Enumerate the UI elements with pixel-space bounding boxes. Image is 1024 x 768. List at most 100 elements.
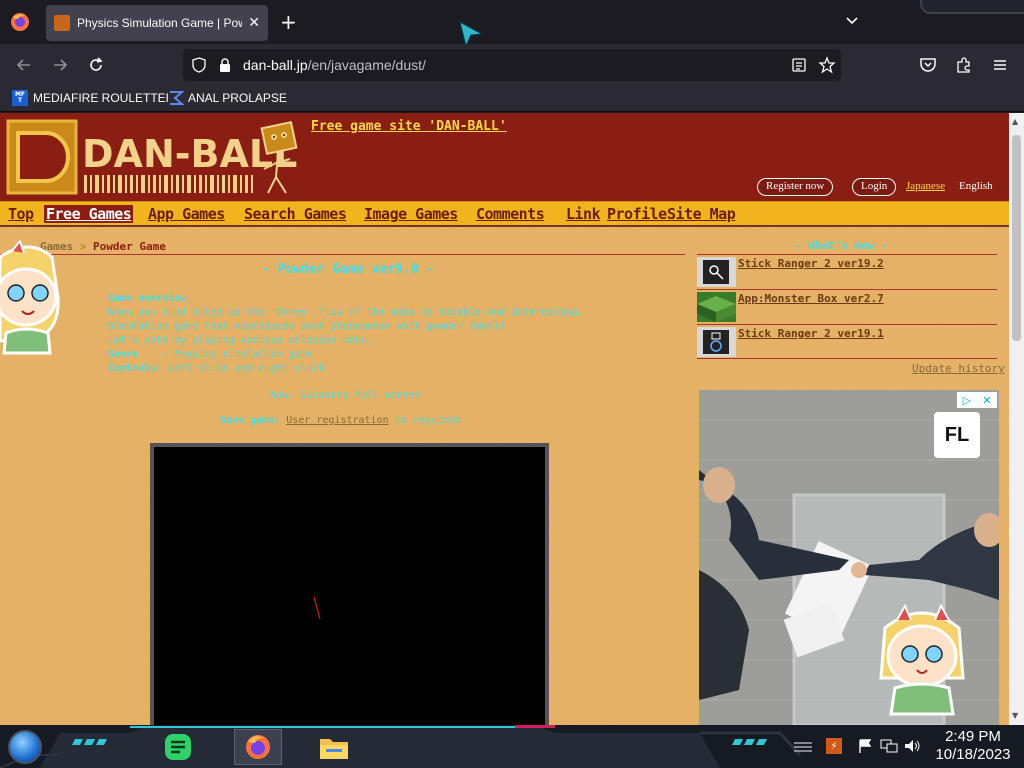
bookmark-star-icon[interactable]: [818, 56, 836, 74]
stick-ranger-icon: [697, 327, 736, 357]
hamburger-menu-icon[interactable]: [988, 53, 1012, 77]
user-registration-link[interactable]: User registration: [286, 415, 388, 426]
menu-app-games[interactable]: App Games: [148, 205, 225, 223]
game-canvas-content: [313, 596, 321, 620]
volume-icon[interactable]: [903, 738, 921, 754]
language-japanese-link[interactable]: Japanese: [906, 180, 945, 192]
forward-arrow-icon[interactable]: [48, 53, 72, 77]
web-page: DAN-BALL Free game site 'DAN-BALL' Regis…: [0, 113, 1009, 725]
controls-label: Controls: [108, 363, 157, 374]
clock-time: 2:49 PM: [945, 728, 1001, 745]
overview-heading: Game overview: [108, 293, 187, 304]
firefox-menu-icon[interactable]: [8, 10, 32, 34]
fullscreen-note: Now: Supports full screen: [270, 390, 421, 401]
whats-new-title: - What's new -: [795, 239, 888, 252]
main-menu: Top Free Games App Games Search Games Im…: [0, 201, 1009, 227]
powder-game-canvas[interactable]: [150, 443, 549, 725]
overview-line: Let's vote by playing various unleaded m…: [108, 335, 373, 346]
start-button[interactable]: [8, 730, 42, 764]
firefox-icon: [246, 735, 270, 759]
language-english-label: English: [959, 180, 993, 192]
pocket-icon[interactable]: [916, 53, 940, 77]
shield-icon[interactable]: [191, 57, 207, 73]
flag-icon[interactable]: [857, 738, 873, 754]
reload-icon[interactable]: [84, 53, 108, 77]
register-button[interactable]: Register now: [757, 178, 834, 196]
bookmark-label: ANAL PROLAPSE: [188, 91, 287, 105]
clock-date: 10/18/2023: [935, 746, 1011, 763]
menu-profile[interactable]: Profile: [607, 205, 667, 223]
tray-app-icon[interactable]: ⚡: [826, 738, 842, 754]
news-item[interactable]: App:Monster Box ver2.7: [697, 289, 997, 322]
save-game-label: Save game:: [220, 415, 281, 426]
dan-ball-logo[interactable]: DAN-BALL: [6, 119, 306, 199]
overview-line: Simulation game that reproduces such phe…: [108, 321, 506, 332]
page-scrollbar[interactable]: ▲ ▼: [1009, 113, 1024, 725]
navigation-toolbar: dan-ball.jp/en/javagame/dust/: [0, 44, 1024, 86]
ad-choices[interactable]: ▷ ✕: [957, 392, 997, 408]
news-link[interactable]: Stick Ranger 2 ver19.2: [738, 257, 884, 270]
tab-close-button[interactable]: ✕: [248, 15, 260, 31]
cartoon-character-sticker: [879, 603, 965, 716]
bookmark-anal-prolapse[interactable]: ANAL PROLAPSE: [168, 90, 287, 106]
genre-value: : Physics simulation game: [162, 349, 313, 360]
tab-title: Physics Simulation Game | Pow: [77, 16, 243, 30]
menu-comments[interactable]: Comments: [476, 205, 545, 223]
url-bar[interactable]: dan-ball.jp/en/javagame/dust/: [183, 49, 841, 81]
lock-icon[interactable]: [217, 57, 233, 73]
site-header: DAN-BALL Free game site 'DAN-BALL' Regis…: [0, 113, 1009, 201]
reader-view-icon[interactable]: [791, 57, 807, 73]
url-path: /en/javagame/dust/: [307, 57, 426, 73]
advertisement[interactable]: ▷ ✕ FL: [699, 390, 999, 725]
file-explorer-icon[interactable]: [318, 731, 350, 763]
bookmark-label: MEDIAFIRE ROULETTER: [33, 91, 175, 105]
back-arrow-icon[interactable]: [12, 53, 36, 77]
news-link[interactable]: Stick Ranger 2 ver19.1: [738, 327, 884, 340]
bookmark-mediafire-rouletter[interactable]: MF T MEDIAFIRE ROULETTER: [12, 90, 174, 106]
chevron-down-icon[interactable]: [844, 12, 860, 32]
update-history-link[interactable]: Update history: [912, 362, 1005, 375]
menu-site-map[interactable]: Site Map: [667, 205, 736, 223]
breadcrumb-separator: >: [79, 240, 87, 253]
ad-close-icon[interactable]: ✕: [982, 394, 991, 407]
monster-box-icon: [697, 292, 736, 322]
ad-brand-logo[interactable]: FL: [934, 412, 980, 458]
news-item[interactable]: Stick Ranger 2 ver19.2: [697, 254, 997, 287]
new-tab-button[interactable]: +: [280, 11, 297, 33]
menu-top[interactable]: Top: [8, 205, 34, 223]
overview-line: When you'rind piled up the 'Games' flow …: [108, 307, 584, 318]
login-button[interactable]: Login: [852, 178, 897, 196]
tab-active[interactable]: Physics Simulation Game | Pow ✕: [46, 5, 268, 41]
divider: [697, 358, 997, 359]
mediafire-icon: MF T: [12, 90, 28, 106]
scrollbar-thumb[interactable]: [1012, 135, 1021, 341]
system-clock[interactable]: 2:49 PM 10/18/2023: [928, 728, 1018, 764]
scroll-down-icon[interactable]: ▼: [1012, 711, 1018, 720]
scroll-up-icon[interactable]: ▲: [1012, 117, 1018, 126]
network-icon[interactable]: [880, 738, 898, 754]
game-overview: Game overview When you'rind piled up the…: [108, 292, 584, 376]
adchoices-icon[interactable]: ▷: [963, 394, 971, 407]
genre-label: Genre: [108, 349, 139, 360]
menu-free-games[interactable]: Free Games: [44, 205, 134, 223]
window-decoration: [920, 0, 1024, 14]
game-title: - Powder Game ver9.0 -: [262, 262, 435, 277]
breadcrumb-current: Powder Game: [93, 240, 166, 253]
menu-link[interactable]: Link: [566, 205, 601, 223]
sigma-icon: [168, 90, 184, 106]
news-link[interactable]: App:Monster Box ver2.7: [738, 292, 884, 305]
extensions-icon[interactable]: [952, 53, 976, 77]
menu-search-games[interactable]: Search Games: [244, 205, 347, 223]
site-tagline-link[interactable]: Free game site 'DAN-BALL': [311, 119, 507, 134]
save-game-suffix: is required.: [394, 415, 467, 426]
taskbar: ⚡ 2:49 PM 10/18/2023: [0, 725, 1024, 768]
notes-app-icon[interactable]: [162, 731, 194, 763]
show-hidden-icons-icon[interactable]: [792, 739, 814, 755]
menu-image-games[interactable]: Image Games: [364, 205, 458, 223]
controls-value: : Left click and right click: [156, 363, 325, 374]
save-game-line: Save game: User registration is required…: [220, 415, 467, 426]
news-item[interactable]: Stick Ranger 2 ver19.1: [697, 324, 997, 357]
cartoon-character-sticker: [0, 238, 60, 355]
tab-bar: Physics Simulation Game | Pow ✕ +: [0, 0, 1024, 48]
taskbar-firefox-button[interactable]: [234, 729, 282, 765]
